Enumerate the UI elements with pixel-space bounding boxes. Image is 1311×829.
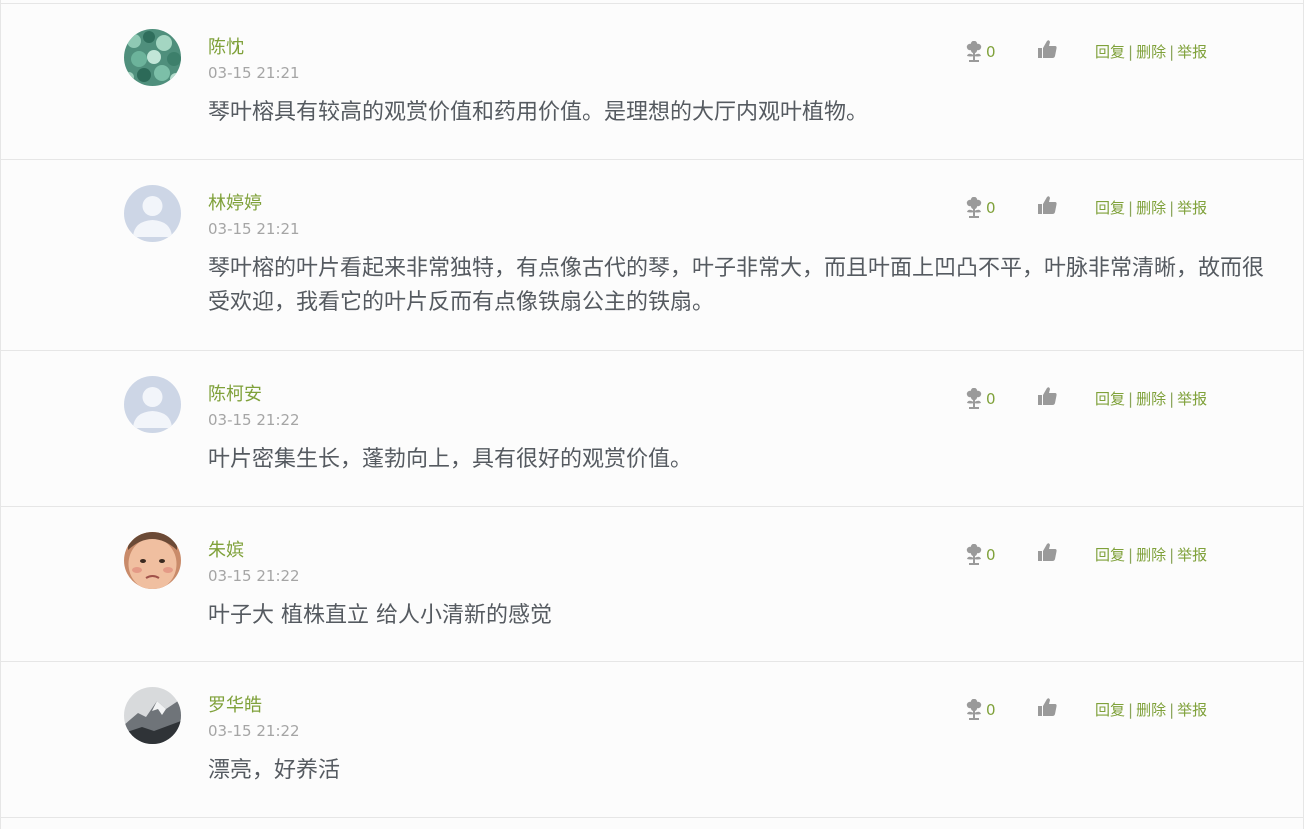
flower-count: 0 xyxy=(986,199,996,217)
flower-count: 0 xyxy=(986,701,996,719)
flower-button[interactable]: 0 xyxy=(964,387,996,411)
flower-icon xyxy=(966,388,982,409)
flower-icon xyxy=(966,197,982,218)
report-link[interactable]: 举报 xyxy=(1177,546,1207,564)
reply-link[interactable]: 回复 xyxy=(1095,199,1125,217)
delete-link[interactable]: 删除 xyxy=(1136,199,1166,217)
flower-button[interactable]: 0 xyxy=(964,196,996,220)
comment-text: 叶片密集生长，蓬勃向上，具有很好的观赏价值。 xyxy=(208,447,693,472)
comment-item: 林婷婷 03-15 21:21 0 回复 | 删除 | 举报 琴叶榕的叶片看起来非常独特… xyxy=(1,160,1303,351)
comment-actions: 回复 | 删除 | 举报 xyxy=(1095,389,1207,409)
delete-link[interactable]: 删除 xyxy=(1136,701,1166,719)
comment-time: 03-15 21:22 xyxy=(208,722,300,740)
action-separator: | xyxy=(1128,199,1134,217)
avatar[interactable] xyxy=(124,532,181,589)
reply-link[interactable]: 回复 xyxy=(1095,546,1125,564)
flower-button[interactable]: 0 xyxy=(964,543,996,567)
flower-icon xyxy=(966,544,982,565)
action-separator: | xyxy=(1128,390,1134,408)
report-link[interactable]: 举报 xyxy=(1177,43,1207,61)
author-name[interactable]: 朱嫔 xyxy=(208,540,244,562)
author-name[interactable]: 陈柯安 xyxy=(208,384,262,406)
comment-time: 03-15 21:21 xyxy=(208,220,300,238)
flower-icon xyxy=(966,699,982,720)
avatar[interactable] xyxy=(124,29,181,86)
thumbs-up-icon[interactable] xyxy=(1036,541,1058,563)
comment-actions: 回复 | 删除 | 举报 xyxy=(1095,198,1207,218)
flower-button[interactable]: 0 xyxy=(964,40,996,64)
flower-count: 0 xyxy=(986,546,996,564)
delete-link[interactable]: 删除 xyxy=(1136,546,1166,564)
reply-link[interactable]: 回复 xyxy=(1095,43,1125,61)
comment-list: 陈忱 03-15 21:21 0 回复 | 删除 | 举报 琴叶榕具有较高的观赏价值和药… xyxy=(0,0,1304,829)
comment-item: 罗华皓 03-15 21:22 0 回复 | 删除 | 举报 漂亮，好养活 xyxy=(1,662,1303,818)
comment-time: 03-15 21:21 xyxy=(208,64,300,82)
flower-count: 0 xyxy=(986,390,996,408)
delete-link[interactable]: 删除 xyxy=(1136,43,1166,61)
action-separator: | xyxy=(1169,701,1175,719)
comment-text: 琴叶榕的叶片看起来非常独特，有点像古代的琴，叶子非常大，而且叶面上凹凸不平，叶脉… xyxy=(208,256,1265,315)
delete-link[interactable]: 删除 xyxy=(1136,390,1166,408)
comment-item: 陈忱 03-15 21:21 0 回复 | 删除 | 举报 琴叶榕具有较高的观赏价值和药… xyxy=(1,4,1303,160)
action-separator: | xyxy=(1169,546,1175,564)
flower-count: 0 xyxy=(986,43,996,61)
comment-time: 03-15 21:22 xyxy=(208,411,300,429)
comment-actions: 回复 | 删除 | 举报 xyxy=(1095,700,1207,720)
flower-icon xyxy=(966,41,982,62)
avatar[interactable] xyxy=(124,376,181,433)
report-link[interactable]: 举报 xyxy=(1177,390,1207,408)
action-separator: | xyxy=(1169,43,1175,61)
comment-time: 03-15 21:22 xyxy=(208,567,300,585)
thumbs-up-icon[interactable] xyxy=(1036,38,1058,60)
reply-link[interactable]: 回复 xyxy=(1095,390,1125,408)
author-name[interactable]: 林婷婷 xyxy=(208,193,262,215)
avatar[interactable] xyxy=(124,185,181,242)
report-link[interactable]: 举报 xyxy=(1177,701,1207,719)
comment-actions: 回复 | 删除 | 举报 xyxy=(1095,42,1207,62)
comment-item: 朱嫔 03-15 21:22 0 回复 | 删除 | 举报 叶子大 植株直立 给人小清新… xyxy=(1,507,1303,662)
report-link[interactable]: 举报 xyxy=(1177,199,1207,217)
thumbs-up-icon[interactable] xyxy=(1036,194,1058,216)
action-separator: | xyxy=(1128,546,1134,564)
comment-text: 漂亮，好养活 xyxy=(208,758,341,783)
comment-text: 琴叶榕具有较高的观赏价值和药用价值。是理想的大厅内观叶植物。 xyxy=(208,100,869,125)
action-separator: | xyxy=(1128,43,1134,61)
flower-button[interactable]: 0 xyxy=(964,698,996,722)
comment-text: 叶子大 植株直立 给人小清新的感觉 xyxy=(208,603,552,628)
author-name[interactable]: 陈忱 xyxy=(208,37,244,59)
avatar[interactable] xyxy=(124,687,181,744)
thumbs-up-icon[interactable] xyxy=(1036,696,1058,718)
comment-item: 陈柯安 03-15 21:22 0 回复 | 删除 | 举报 叶片密集生长，蓬勃向上，具… xyxy=(1,351,1303,507)
reply-link[interactable]: 回复 xyxy=(1095,701,1125,719)
thumbs-up-icon[interactable] xyxy=(1036,385,1058,407)
action-separator: | xyxy=(1128,701,1134,719)
action-separator: | xyxy=(1169,390,1175,408)
comment-actions: 回复 | 删除 | 举报 xyxy=(1095,545,1207,565)
action-separator: | xyxy=(1169,199,1175,217)
author-name[interactable]: 罗华皓 xyxy=(208,695,262,717)
